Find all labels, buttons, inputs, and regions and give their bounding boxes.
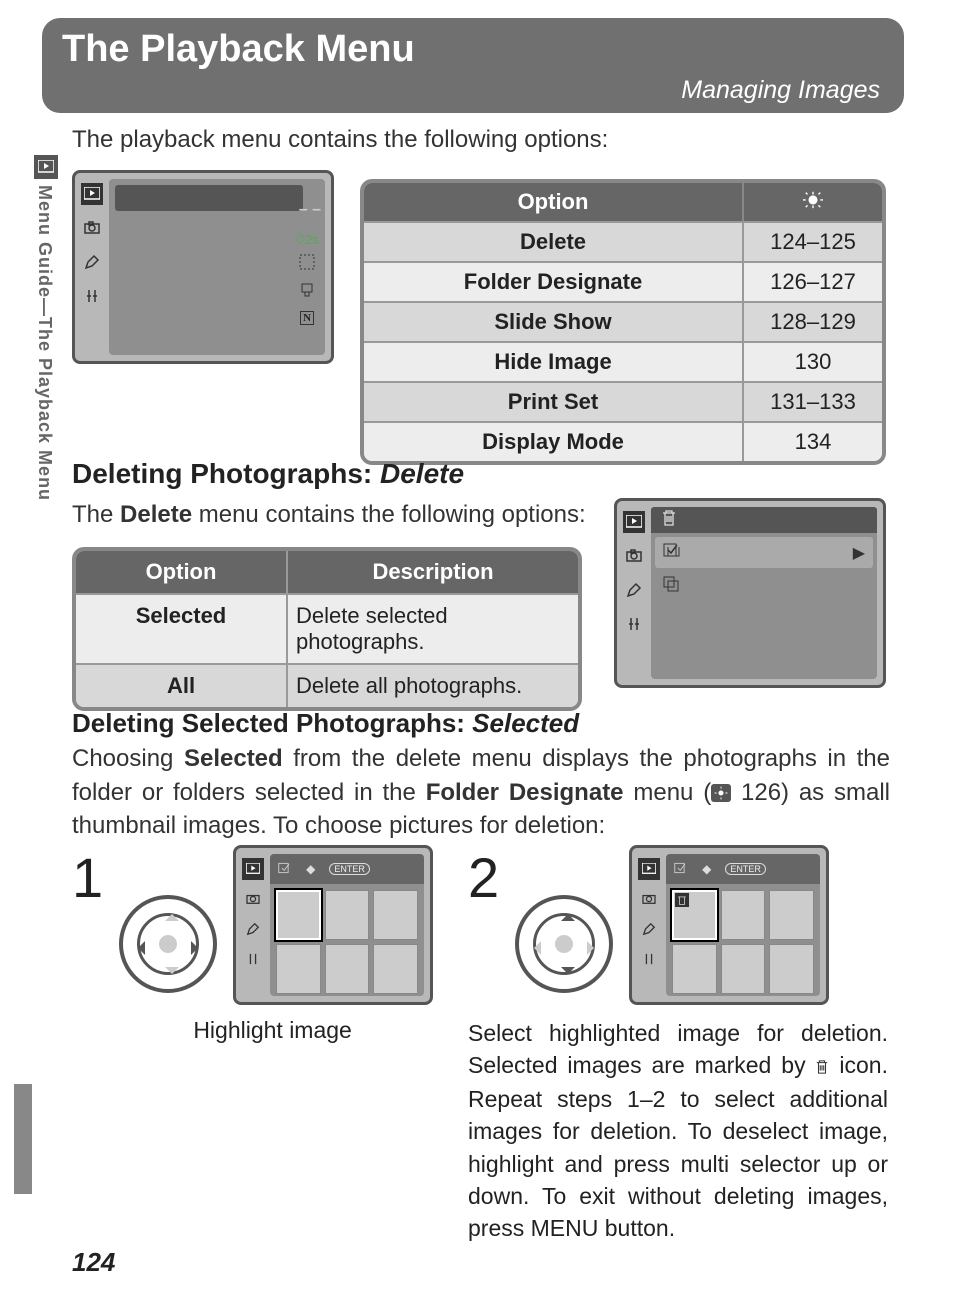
main-menu-lcd: – – ⏱2s N	[72, 170, 334, 364]
tab-setup-icon	[623, 613, 645, 635]
timer-icon: ⏱2s	[295, 231, 319, 247]
page-title: The Playback Menu	[62, 28, 415, 71]
quality-n-icon: N	[300, 311, 314, 325]
tab-playback-icon	[638, 858, 660, 880]
playback-icon	[34, 155, 58, 179]
selected-icon	[674, 861, 688, 878]
up-down-icon: ◆	[702, 862, 711, 876]
enter-label: ENTER	[725, 863, 766, 875]
options-head-option: Option	[364, 183, 742, 221]
page-header: The Playback Menu Managing Images	[42, 18, 904, 113]
opt-row-label: Delete	[364, 223, 742, 261]
multi-selector-icon	[515, 895, 613, 993]
tab-playback-icon	[623, 511, 645, 533]
opt-row-pages: 124–125	[742, 223, 882, 261]
all-icon	[663, 576, 681, 599]
tab-setup-icon	[638, 948, 660, 970]
page-number: 124	[72, 1247, 115, 1278]
thumbnail	[276, 944, 321, 994]
page-accent-bar	[14, 1084, 32, 1194]
trash-mark-icon	[675, 893, 689, 907]
step1-number: 1	[72, 845, 103, 910]
intro-text: The playback menu contains the following…	[72, 126, 608, 154]
tab-pencil-icon	[623, 579, 645, 601]
options-table: Option Delete124–125 Folder Designate126…	[360, 179, 886, 465]
selected-icon	[278, 861, 292, 878]
delete-heading: Deleting Photographs: Delete	[72, 458, 464, 490]
delete-head-option: Option	[76, 551, 286, 593]
trash-icon	[815, 1051, 829, 1083]
thumbnail	[373, 944, 418, 994]
menu-highlight-bar	[115, 185, 303, 211]
thumbnail	[769, 944, 814, 994]
multi-selector-icon	[119, 895, 217, 993]
delete-all-row	[655, 572, 873, 603]
opt-row-label: Print Set	[364, 383, 742, 421]
step2-number: 2	[468, 845, 499, 910]
thumbnail	[325, 944, 370, 994]
page-subtitle: Managing Images	[681, 76, 880, 105]
enter-label: ENTER	[329, 863, 370, 875]
delete-row-desc: Delete all photographs.	[286, 665, 578, 707]
tab-setup-icon	[81, 285, 103, 307]
thumbnail	[721, 944, 766, 994]
thumbnail	[721, 890, 766, 940]
thumbnail	[373, 890, 418, 940]
crop-icon	[298, 253, 316, 276]
page-ref-icon	[711, 784, 731, 802]
device-icon	[298, 282, 316, 305]
thumbnail	[325, 890, 370, 940]
thumbnail	[276, 890, 321, 940]
opt-row-pages: 128–129	[742, 303, 882, 341]
thumbnail	[672, 944, 717, 994]
opt-row-label: Folder Designate	[364, 263, 742, 301]
delete-selected-row: ▶	[655, 537, 873, 568]
delete-row-desc: Delete selected photographs.	[286, 595, 578, 663]
tab-shoot-icon	[242, 888, 264, 910]
delete-menu-title-bar	[651, 507, 877, 533]
delete-head-desc: Description	[286, 551, 578, 593]
selected-paragraph: Choosing Selected from the delete menu d…	[72, 742, 890, 843]
tab-pencil-icon	[242, 918, 264, 940]
delete-options-table: OptionDescription SelectedDelete selecte…	[72, 547, 582, 711]
sidebar-label: Menu Guide—The Playback Menu	[34, 185, 55, 501]
delete-row-opt: All	[76, 665, 286, 707]
tab-playback-icon	[242, 858, 264, 880]
page-ref-icon	[803, 189, 823, 215]
thumbnail-marked	[672, 890, 717, 940]
delete-row-opt: Selected	[76, 595, 286, 663]
thumbnail	[769, 890, 814, 940]
opt-row-label: Slide Show	[364, 303, 742, 341]
tab-shoot-icon	[623, 545, 645, 567]
step2-caption: Select highlighted image for deletion. S…	[468, 1017, 888, 1244]
opt-row-pages: 134	[742, 423, 882, 461]
opt-row-label: Hide Image	[364, 343, 742, 381]
tab-pencil-icon	[81, 251, 103, 273]
step1-caption: Highlight image	[112, 1017, 433, 1044]
sidebar: Menu Guide—The Playback Menu	[34, 155, 60, 555]
opt-row-pages: 131–133	[742, 383, 882, 421]
tab-shoot-icon	[638, 888, 660, 910]
up-down-icon: ◆	[306, 862, 315, 876]
selected-heading: Deleting Selected Photographs: Selected	[72, 708, 579, 739]
tab-pencil-icon	[638, 918, 660, 940]
tab-setup-icon	[242, 948, 264, 970]
trash-icon	[661, 509, 677, 532]
step-1: 1 ◆	[72, 845, 433, 1044]
opt-row-pages: 126–127	[742, 263, 882, 301]
delete-menu-lcd: ▶	[614, 498, 886, 688]
step-2: 2 ◆	[468, 845, 888, 1244]
opt-row-label: Display Mode	[364, 423, 742, 461]
chevron-right-icon: ▶	[853, 543, 865, 563]
tab-shoot-icon	[81, 217, 103, 239]
no-value-dash: – –	[299, 201, 321, 219]
selected-icon	[663, 541, 681, 564]
tab-playback-icon	[81, 183, 103, 205]
opt-row-pages: 130	[742, 343, 882, 381]
